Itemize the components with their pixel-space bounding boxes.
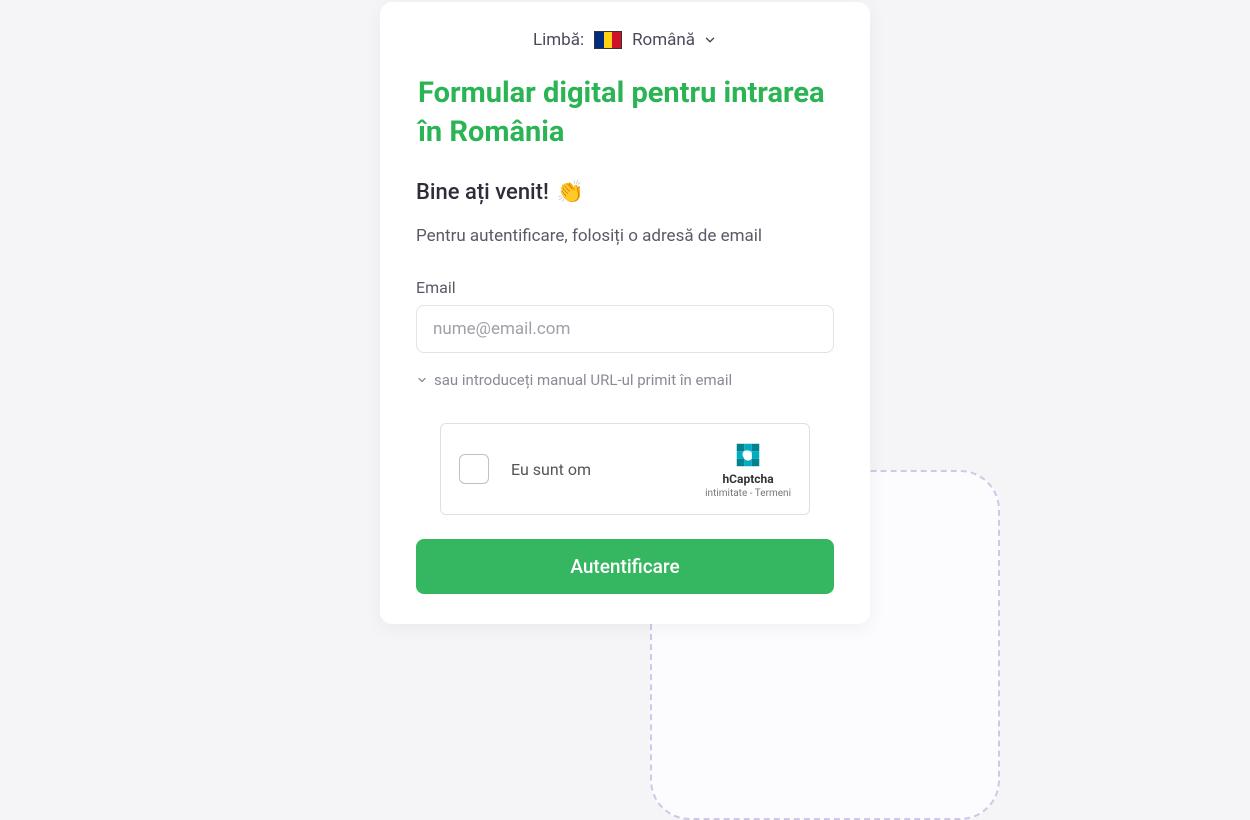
captcha-brand: hCaptcha intimitate - Termeni xyxy=(705,440,791,499)
captcha-terms-link[interactable]: Termeni xyxy=(755,488,791,499)
captcha-brand-name: hCaptcha xyxy=(722,472,773,486)
captcha-widget: Eu sunt om hCaptcha intimitate - Termeni xyxy=(440,423,810,515)
captcha-privacy-link[interactable]: intimitate xyxy=(705,488,747,499)
chevron-down-icon xyxy=(703,33,717,47)
hcaptcha-icon xyxy=(733,440,763,470)
manual-url-label: sau introduceți manual URL-ul primit în … xyxy=(434,371,732,389)
page-title: Formular digital pentru intrarea în Româ… xyxy=(416,74,834,152)
captcha-links: intimitate - Termeni xyxy=(705,488,791,499)
instruction-text: Pentru autentificare, folosiți o adresă … xyxy=(416,223,834,250)
captcha-checkbox[interactable] xyxy=(459,454,489,484)
language-selector: Limbă: Română xyxy=(416,30,834,50)
captcha-label: Eu sunt om xyxy=(511,460,705,479)
welcome-heading: Bine ați venit! 👏 xyxy=(416,180,834,205)
chevron-down-icon xyxy=(416,374,428,386)
welcome-text: Bine ați venit! xyxy=(416,180,549,205)
language-label: Limbă: xyxy=(533,30,584,50)
email-label: Email xyxy=(416,278,834,297)
submit-button[interactable]: Autentificare xyxy=(416,539,834,594)
email-field[interactable] xyxy=(416,305,834,353)
language-current-label: Română xyxy=(632,30,695,50)
login-card: Limbă: Română Formular digital pentru in… xyxy=(380,2,870,624)
manual-url-toggle[interactable]: sau introduceți manual URL-ul primit în … xyxy=(416,371,732,389)
romania-flag-icon xyxy=(594,31,622,49)
language-dropdown[interactable]: Română xyxy=(632,30,717,50)
clap-emoji-icon: 👏 xyxy=(557,180,584,205)
